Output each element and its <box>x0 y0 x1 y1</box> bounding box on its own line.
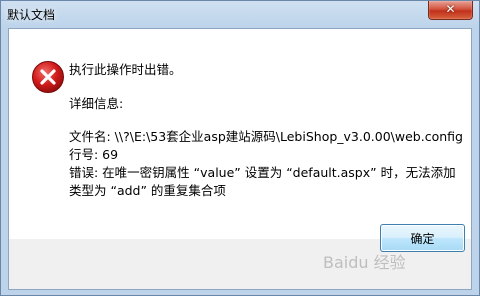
detail-line-number: 行号: 69 <box>69 147 119 162</box>
ok-button[interactable]: 确定 <box>380 224 465 252</box>
detail-error-message: 错误: 在唯一密钥属性 “value” 设置为 “default.aspx” 时… <box>69 165 456 180</box>
title-bar[interactable]: 默认文档 ✕ <box>1 1 479 27</box>
watermark: Baidu 经验 <box>323 253 406 272</box>
window-title: 默认文档 <box>7 8 56 22</box>
dialog-window: 默认文档 ✕ 执行此操作时出错。 详细信息: 文件名: \\?\E:\53套企业… <box>0 0 480 296</box>
error-heading: 执行此操作时出错。 <box>69 62 182 77</box>
detail-filename: 文件名: \\?\E:\53套企业asp建站源码\LebiShop_v3.0.0… <box>69 129 463 144</box>
close-button[interactable]: ✕ <box>428 1 473 20</box>
detail-error-message-cont: 类型为 “add” 的重复集合项 <box>69 183 226 198</box>
ok-button-label: 确定 <box>410 232 435 246</box>
details-label: 详细信息: <box>69 96 124 111</box>
error-icon <box>32 61 64 93</box>
close-icon: ✕ <box>445 2 456 16</box>
